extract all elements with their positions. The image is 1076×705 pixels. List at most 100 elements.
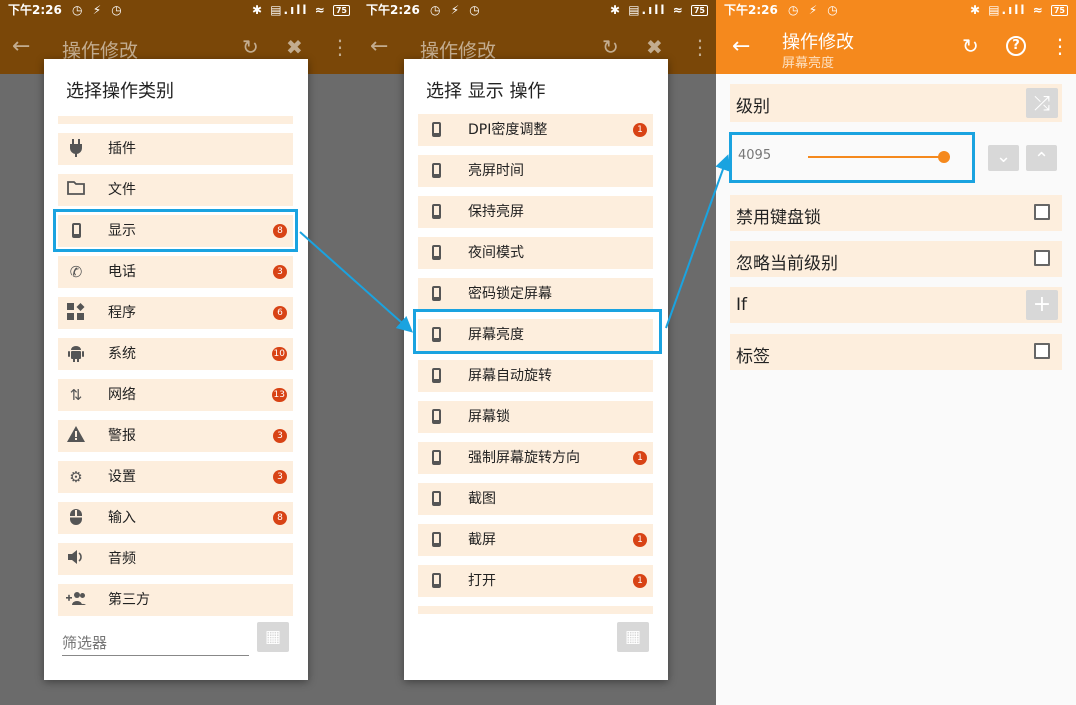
action-item-keep-awake[interactable]: 保持亮屏 xyxy=(418,196,653,228)
status-bar: 下午2:26 ◷ ⚡ ◷ ✱ ▤.ıll ≈ 75 xyxy=(358,0,716,20)
shuffle-icon[interactable]: ⤮ xyxy=(1026,88,1058,118)
list-item-label: 密码锁定屏幕 xyxy=(468,286,552,302)
action-item-force-rotation[interactable]: 强制屏幕旋转方向 1 xyxy=(418,442,653,474)
if-row: If + xyxy=(730,287,1062,323)
tag-label: 标签 xyxy=(736,347,770,367)
phone-icon xyxy=(426,120,446,140)
action-item-open[interactable]: 打开 1 xyxy=(418,565,653,597)
undo-icon[interactable]: ↻ xyxy=(602,35,619,59)
back-arrow-icon[interactable]: ← xyxy=(12,34,30,59)
warning-icon xyxy=(66,426,86,446)
app-bar-subtitle: 屏幕亮度 xyxy=(782,56,835,71)
back-arrow-icon[interactable]: ← xyxy=(370,34,388,59)
action-dialog: 选择 显示 操作 DPI密度调整 1 亮屏时间 保持亮屏 夜间模式 密码锁定屏幕… xyxy=(404,59,668,680)
decrement-down-icon[interactable]: ⌄ xyxy=(988,145,1019,171)
close-icon[interactable]: ✖ xyxy=(646,35,663,59)
tag-row[interactable]: 标签 xyxy=(730,334,1062,370)
more-icon[interactable]: ⋮ xyxy=(1050,34,1070,58)
if-label: If xyxy=(736,295,747,315)
plus-icon[interactable]: + xyxy=(1026,290,1058,320)
list-item-label: DPI密度调整 xyxy=(468,122,548,138)
filter-input[interactable] xyxy=(62,630,249,656)
category-item-system[interactable]: 系统 10 xyxy=(58,338,293,370)
count-badge: 6 xyxy=(273,306,287,320)
help-icon[interactable]: ? xyxy=(1006,36,1026,56)
media-icon: ▬ xyxy=(66,116,86,118)
list-item[interactable]: ▬ 媒体 xyxy=(58,116,293,124)
action-item-screen-capture[interactable]: 截屏 1 xyxy=(418,524,653,556)
action-item-lock-screen[interactable]: 密码锁定屏幕 xyxy=(418,278,653,310)
list-item-label: 夜间模式 xyxy=(468,245,524,261)
category-item-third-party[interactable]: 第三方 xyxy=(58,584,293,616)
list-item-label: 输入 xyxy=(108,510,136,526)
action-list[interactable]: DPI密度调整 1 亮屏时间 保持亮屏 夜间模式 密码锁定屏幕 屏幕亮度 屏幕自… xyxy=(418,114,653,614)
count-badge: 1 xyxy=(633,123,647,137)
tag-checkbox[interactable] xyxy=(1034,343,1050,359)
phone-icon xyxy=(426,366,446,386)
list-item-label: 设置 xyxy=(108,469,136,485)
category-item-network[interactable]: ⇅ 网络 13 xyxy=(58,379,293,411)
ignore-level-checkbox[interactable] xyxy=(1034,250,1050,266)
action-item-auto-rotate[interactable]: 屏幕自动旋转 xyxy=(418,360,653,392)
category-item-phone[interactable]: ✆ 电话 3 xyxy=(58,256,293,288)
list-item-label: 屏幕锁 xyxy=(468,409,510,425)
list-item-label: 屏幕自动旋转 xyxy=(468,368,552,384)
undo-icon[interactable]: ↻ xyxy=(242,35,259,59)
list-item-label: 系统 xyxy=(108,346,136,362)
list-item-label: 警报 xyxy=(108,428,136,444)
count-badge: 3 xyxy=(273,429,287,443)
status-right-icons: ✱ ▤.ıll ≈ 75 xyxy=(252,0,350,20)
status-bar: 下午2:26 ◷ ⚡ ◷ ✱ ▤.ıll ≈ 75 xyxy=(0,0,358,20)
category-item-settings[interactable]: ⚙ 设置 3 xyxy=(58,461,293,493)
list-item-label: 保持亮屏 xyxy=(468,204,524,220)
category-item-audio[interactable]: 音频 xyxy=(58,543,293,575)
increment-up-icon[interactable]: ⌃ xyxy=(1026,145,1057,171)
disable-keyguard-label: 禁用键盘锁 xyxy=(736,208,821,228)
signal-icons: ✱ ▤.ıll ≈ xyxy=(969,3,1045,17)
phone-icon xyxy=(426,448,446,468)
category-list[interactable]: ▬ 媒体 插件 文件 显示 8 ✆ xyxy=(58,116,293,671)
category-item-file[interactable]: 文件 xyxy=(58,174,293,206)
dialog-title: 选择操作类别 xyxy=(66,81,174,102)
dialog-title: 选择 显示 操作 xyxy=(426,81,546,102)
phone-icon xyxy=(426,243,446,263)
category-item-plugin[interactable]: 插件 xyxy=(58,133,293,165)
grid-view-icon[interactable]: ▦ xyxy=(257,622,289,652)
category-item-alert[interactable]: 警报 3 xyxy=(58,420,293,452)
list-item-label: 截图 xyxy=(468,491,496,507)
category-dialog: 选择操作类别 ▬ 媒体 插件 文件 显示 8 xyxy=(44,59,308,680)
category-item-apps[interactable]: 程序 6 xyxy=(58,297,293,329)
more-icon[interactable]: ⋮ xyxy=(690,35,710,59)
back-arrow-icon[interactable]: ← xyxy=(732,34,750,59)
phone-icon xyxy=(426,571,446,591)
highlight-brightness-action xyxy=(413,309,662,354)
screen-action-edit: 下午2:26 ◷ ⚡ ◷ ✱ ▤.ıll ≈ 75 ← 操作修改 屏幕亮度 ↻ … xyxy=(716,0,1076,705)
highlight-level-slider xyxy=(729,132,975,183)
count-badge: 1 xyxy=(633,533,647,547)
status-left-icons: ◷ ⚡ ◷ xyxy=(788,3,841,17)
list-item-label: 电话 xyxy=(108,264,136,280)
list-item-label: 文件 xyxy=(108,182,136,198)
grid-view-icon[interactable]: ▦ xyxy=(617,622,649,652)
app-bar-title: 操作修改 xyxy=(782,32,854,53)
battery-icon: 75 xyxy=(1050,5,1068,16)
action-item-screenshot[interactable]: 截图 xyxy=(418,483,653,515)
group-add-icon xyxy=(66,590,86,610)
undo-icon[interactable]: ↻ xyxy=(962,34,979,58)
category-item-input[interactable]: 输入 8 xyxy=(58,502,293,534)
ignore-level-row[interactable]: 忽略当前级别 xyxy=(730,241,1062,277)
status-right-icons: ✱ ▤.ıll ≈ 75 xyxy=(970,0,1068,20)
phone-icon xyxy=(426,407,446,427)
list-item-partial[interactable] xyxy=(418,606,653,614)
list-item-label: 第三方 xyxy=(108,592,150,608)
action-item-screen-timeout[interactable]: 亮屏时间 xyxy=(418,155,653,187)
plug-icon xyxy=(66,139,86,159)
battery-icon: 75 xyxy=(332,5,350,16)
action-item-night-mode[interactable]: 夜间模式 xyxy=(418,237,653,269)
more-icon[interactable]: ⋮ xyxy=(330,35,350,59)
action-item-dpi[interactable]: DPI密度调整 1 xyxy=(418,114,653,146)
action-item-screen-lock[interactable]: 屏幕锁 xyxy=(418,401,653,433)
close-icon[interactable]: ✖ xyxy=(286,35,303,59)
disable-keyguard-row[interactable]: 禁用键盘锁 xyxy=(730,195,1062,231)
disable-keyguard-checkbox[interactable] xyxy=(1034,204,1050,220)
